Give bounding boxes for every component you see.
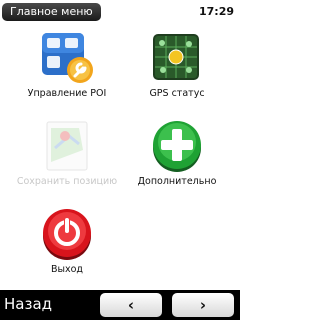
- power-icon: [39, 206, 95, 262]
- gps-status-icon: [149, 30, 205, 86]
- back-button[interactable]: Назад: [4, 295, 52, 313]
- top-bar: Главное меню 17:29: [0, 0, 240, 24]
- menu-item-label: Управление POI: [27, 88, 107, 99]
- menu-item-more[interactable]: Дополнительно: [122, 118, 232, 188]
- page-title: Главное меню: [2, 3, 101, 21]
- save-position-icon: [39, 118, 95, 174]
- menu-item-label: Сохранить позицию: [16, 176, 118, 187]
- menu-item-poi[interactable]: Управление POI: [12, 30, 122, 100]
- poi-management-icon: [39, 30, 95, 86]
- menu-item-label: GPS статус: [149, 88, 205, 99]
- menu-item-label: Выход: [50, 264, 84, 275]
- plus-icon: [149, 118, 205, 174]
- menu-item-save-position[interactable]: Сохранить позицию: [12, 118, 122, 188]
- clock: 17:29: [198, 5, 234, 18]
- prev-page-button[interactable]: ‹: [100, 293, 162, 317]
- menu-item-gps-status[interactable]: GPS статус: [122, 30, 232, 100]
- next-page-button[interactable]: ›: [172, 293, 234, 317]
- menu-item-label: Дополнительно: [137, 176, 217, 187]
- bottom-bar: Назад ‹ ›: [0, 290, 240, 320]
- menu-item-exit[interactable]: Выход: [12, 206, 122, 276]
